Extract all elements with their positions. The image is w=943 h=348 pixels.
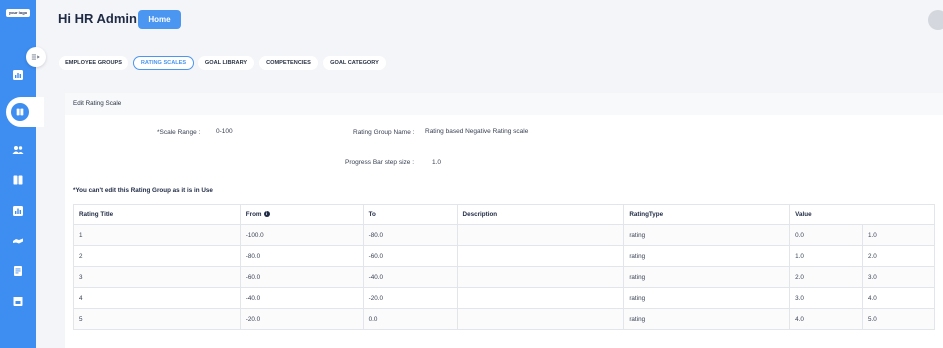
cell-rating-title: 4 <box>73 287 241 309</box>
cell-from: -20.0 <box>239 308 364 330</box>
tab-employee-groups[interactable]: EMPLOYEE GROUPS <box>59 56 128 70</box>
cell-description <box>456 266 625 288</box>
tab-competencies[interactable]: COMPETENCIES <box>259 56 318 70</box>
cell-description <box>456 287 625 309</box>
rating-group-value: Rating based Negative Rating scale <box>425 128 529 135</box>
cell-from: -40.0 <box>239 287 364 309</box>
cell-rating-type: rating <box>623 308 791 330</box>
menu-collapse-icon <box>31 54 40 60</box>
step-size-value: 1.0 <box>432 159 442 166</box>
cell-rating-type: rating <box>623 266 791 288</box>
cell-value-min: 4.0 <box>789 308 864 330</box>
panel-title: Edit Rating Scale <box>65 93 943 115</box>
cell-description <box>456 224 625 246</box>
assignment-icon <box>11 103 29 121</box>
cell-from: -100.0 <box>239 224 364 246</box>
header-from: From i <box>239 204 364 225</box>
cell-value-max: 4.0 <box>862 287 935 309</box>
cell-rating-type: rating <box>623 224 791 246</box>
cell-to: -60.0 <box>362 245 458 267</box>
collapse-sidebar-button[interactable] <box>26 47 46 67</box>
table-row: 2 -80.0 -60.0 rating 1.0 2.0 <box>73 245 935 267</box>
page-greeting: Hi HR Admin <box>58 11 137 26</box>
scale-range-value: 0-100 <box>216 128 233 135</box>
rating-table: Rating Title From i To Description Rating… <box>73 204 935 330</box>
header-rating-title: Rating Title <box>73 204 241 225</box>
header-from-label: From <box>245 211 262 218</box>
tab-goal-library[interactable]: GOAL LIBRARY <box>198 56 254 70</box>
header-value: Value <box>789 204 935 225</box>
scale-range-label: *Scale Range : <box>157 129 201 136</box>
logo: your logo <box>6 9 30 17</box>
table-row: 3 -60.0 -40.0 rating 2.0 3.0 <box>73 266 935 288</box>
notes-icon[interactable] <box>12 265 24 277</box>
cell-value-min: 0.0 <box>789 224 864 246</box>
cell-value-max: 2.0 <box>862 245 935 267</box>
cell-rating-title: 2 <box>73 245 241 267</box>
tab-goal-category[interactable]: GOAL CATEGORY <box>323 56 386 70</box>
cell-rating-type: rating <box>623 245 791 267</box>
cell-description <box>456 245 625 267</box>
table-row: 1 -100.0 -80.0 rating 0.0 1.0 <box>73 224 935 246</box>
handshake-icon[interactable] <box>12 235 24 247</box>
edit-warning: *You can't edit this Rating Group as it … <box>73 187 213 194</box>
header-description: Description <box>456 204 625 225</box>
cell-value-min: 3.0 <box>789 287 864 309</box>
tab-rating-scales[interactable]: RATING SCALES <box>133 56 194 70</box>
people-icon[interactable] <box>12 144 24 156</box>
home-button[interactable]: Home <box>138 10 181 29</box>
cell-from: -60.0 <box>239 266 364 288</box>
header-rating-type: RatingType <box>623 204 791 225</box>
cell-value-max: 5.0 <box>862 308 935 330</box>
calendar-icon[interactable] <box>12 295 24 307</box>
cell-rating-title: 3 <box>73 266 241 288</box>
sidebar-active-item[interactable] <box>6 97 44 127</box>
cell-value-min: 2.0 <box>789 266 864 288</box>
info-icon[interactable]: i <box>263 211 270 218</box>
dashboard-icon[interactable] <box>12 69 24 81</box>
chart-icon[interactable] <box>12 205 24 217</box>
cell-value-max: 1.0 <box>862 224 935 246</box>
rating-group-label: Rating Group Name : <box>353 129 415 136</box>
cell-value-max: 3.0 <box>862 266 935 288</box>
cell-rating-type: rating <box>623 287 791 309</box>
cell-from: -80.0 <box>239 245 364 267</box>
header-to: To <box>362 204 458 225</box>
cell-value-min: 1.0 <box>789 245 864 267</box>
edit-rating-scale-panel: Edit Rating Scale *Scale Range : 0-100 R… <box>65 93 943 348</box>
cell-to: -20.0 <box>362 287 458 309</box>
cell-to: 0.0 <box>362 308 458 330</box>
cell-rating-title: 1 <box>73 224 241 246</box>
avatar[interactable] <box>928 10 943 30</box>
cell-rating-title: 5 <box>73 308 241 330</box>
book-icon[interactable] <box>12 174 24 186</box>
step-size-label: Progress Bar step size : <box>345 159 414 166</box>
table-row: 5 -20.0 0.0 rating 4.0 5.0 <box>73 308 935 330</box>
cell-description <box>456 308 625 330</box>
table-header-row: Rating Title From i To Description Rating… <box>73 204 935 225</box>
cell-to: -40.0 <box>362 266 458 288</box>
table-row: 4 -40.0 -20.0 rating 3.0 4.0 <box>73 287 935 309</box>
cell-to: -80.0 <box>362 224 458 246</box>
